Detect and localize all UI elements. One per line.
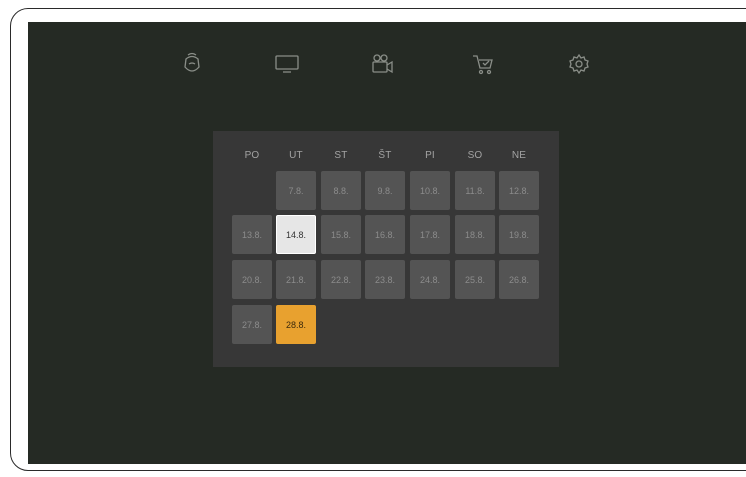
- weekday-header: PI: [425, 150, 435, 161]
- app-screen: PO UT ST ŠT PI SO NE 7.8. 8.8. 9.8. 10.8. 11…: [28, 22, 746, 464]
- calendar-day[interactable]: 27.8.: [232, 305, 272, 344]
- calendar-day[interactable]: 11.8.: [455, 171, 495, 210]
- calendar-day[interactable]: 10.8.: [410, 171, 450, 210]
- weekday-header: NE: [511, 150, 527, 161]
- tv-icon[interactable]: [274, 52, 300, 76]
- weekday-header: ŠT: [378, 150, 392, 161]
- video-camera-icon[interactable]: [369, 52, 395, 76]
- calendar-day[interactable]: 13.8.: [232, 215, 272, 254]
- calendar-day[interactable]: 12.8.: [499, 171, 539, 210]
- calendar-day-selected[interactable]: 14.8.: [276, 215, 316, 254]
- calendar-day[interactable]: 18.8.: [455, 215, 495, 254]
- weekday-header: UT: [289, 150, 303, 161]
- calendar-day[interactable]: 25.8.: [455, 260, 495, 299]
- calendar-day[interactable]: 23.8.: [365, 260, 405, 299]
- calendar-day[interactable]: 26.8.: [499, 260, 539, 299]
- weekday-header: PO: [244, 150, 260, 161]
- calendar-day[interactable]: 8.8.: [321, 171, 361, 210]
- calendar-day[interactable]: 19.8.: [499, 215, 539, 254]
- date-picker-calendar: PO UT ST ŠT PI SO NE 7.8. 8.8. 9.8. 10.8. 11…: [213, 131, 559, 367]
- calendar-day[interactable]: 21.8.: [276, 260, 316, 299]
- calendar-day-today[interactable]: 28.8.: [276, 305, 316, 344]
- voice-assistant-icon[interactable]: [179, 52, 205, 76]
- weekday-header: ST: [334, 150, 348, 161]
- calendar-day[interactable]: 15.8.: [321, 215, 361, 254]
- calendar-day[interactable]: 20.8.: [232, 260, 272, 299]
- weekday-header: SO: [467, 150, 483, 161]
- calendar-day[interactable]: 22.8.: [321, 260, 361, 299]
- calendar-day[interactable]: 17.8.: [410, 215, 450, 254]
- calendar-day[interactable]: 16.8.: [365, 215, 405, 254]
- calendar-day[interactable]: 24.8.: [410, 260, 450, 299]
- calendar-day[interactable]: 7.8.: [276, 171, 316, 210]
- settings-gear-icon[interactable]: [566, 52, 592, 76]
- calendar-day[interactable]: 9.8.: [365, 171, 405, 210]
- shopping-cart-icon[interactable]: [470, 52, 496, 76]
